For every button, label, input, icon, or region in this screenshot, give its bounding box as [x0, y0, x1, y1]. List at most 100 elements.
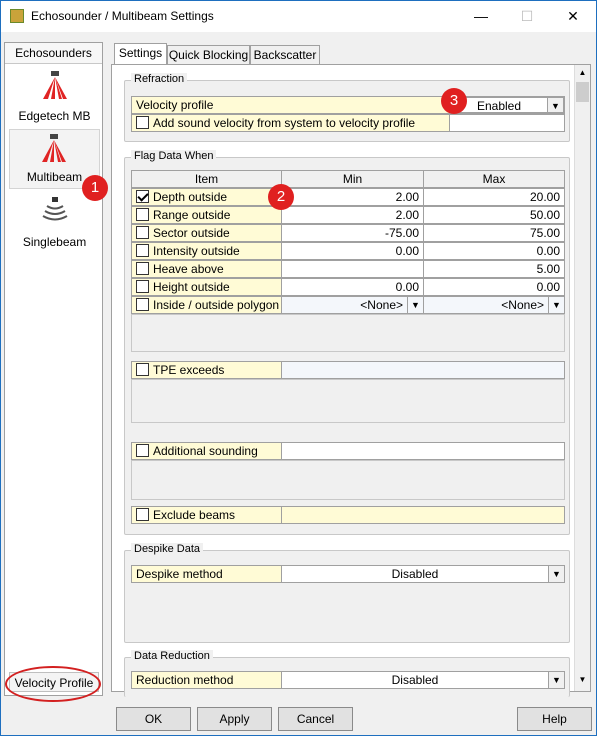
scroll-thumb[interactable] [576, 82, 589, 102]
callout-badge-1: 1 [82, 175, 108, 201]
min-text: 2.00 [395, 208, 419, 222]
additional-area [131, 460, 565, 500]
group-label: Data Reduction [131, 650, 213, 662]
settings-window: Echosounder / Multibeam Settings — ☐ ✕ E… [0, 0, 597, 736]
add-sound-label[interactable]: Add sound velocity from system to veloci… [132, 115, 450, 131]
chevron-down-icon: ▼ [548, 672, 564, 688]
flag-min-value[interactable]: 0.00 [282, 279, 424, 295]
close-button[interactable]: ✕ [550, 1, 596, 31]
maximize-button[interactable]: ☐ [504, 1, 550, 31]
reduction-select[interactable]: Disabled ▼ [282, 672, 564, 688]
tab-settings[interactable]: Settings [114, 43, 167, 66]
flag-item-text: Sector outside [153, 226, 230, 240]
chevron-down-icon: ▼ [548, 566, 564, 582]
flag-checkbox[interactable] [136, 190, 149, 203]
add-sound-row: Add sound velocity from system to veloci… [131, 114, 565, 132]
flag-item-label[interactable]: Sector outside [132, 225, 282, 241]
help-button[interactable]: Help [517, 707, 592, 731]
flag-checkbox[interactable] [136, 244, 149, 257]
scroll-up-icon[interactable]: ▲ [575, 65, 590, 81]
app-icon [10, 9, 24, 23]
flag-min-value[interactable] [282, 261, 424, 277]
max-text: 0.00 [536, 244, 560, 258]
flag-item-label[interactable]: Heave above [132, 261, 282, 277]
flag-item-text: Range outside [153, 208, 231, 222]
additional-label[interactable]: Additional sounding [132, 443, 282, 459]
additional-checkbox[interactable] [136, 444, 149, 457]
tpe-checkbox[interactable] [136, 363, 149, 376]
min-text: 0.00 [395, 244, 419, 258]
exclude-label[interactable]: Exclude beams [132, 507, 282, 523]
vertical-scrollbar[interactable]: ▲ ▼ [574, 65, 590, 691]
flag-item-label[interactable]: Inside / outside polygon [132, 297, 282, 313]
additional-row: Additional sounding [131, 442, 565, 460]
exclude-checkbox[interactable] [136, 508, 149, 521]
flag-min-value[interactable]: 0.00 [282, 243, 424, 259]
exclude-value[interactable] [282, 507, 564, 523]
column-header-item: Item [132, 171, 282, 187]
checkbox-label: Additional sounding [153, 444, 258, 458]
tpe-row: TPE exceeds [131, 361, 565, 379]
highlight-ellipse [5, 666, 101, 702]
tab-backscatter[interactable]: Backscatter [250, 45, 320, 65]
max-text: 50.00 [529, 208, 560, 222]
table-row: Range outside 2.00 50.00 [131, 206, 565, 224]
velocity-profile-select[interactable]: Enabled ▼ [450, 97, 564, 113]
despike-select[interactable]: Disabled ▼ [282, 566, 564, 582]
scroll-down-icon[interactable]: ▼ [575, 672, 590, 688]
flag-item-label[interactable]: Intensity outside [132, 243, 282, 259]
flag-item-label[interactable]: Range outside [132, 207, 282, 223]
tpe-value[interactable] [282, 362, 564, 378]
flag-item-text: Inside / outside polygon [153, 298, 280, 312]
table-row: Sector outside -75.00 75.00 [131, 224, 565, 242]
chevron-down-icon: ▼ [548, 297, 564, 313]
cancel-button[interactable]: Cancel [278, 707, 353, 731]
singlebeam-icon [42, 197, 68, 221]
flag-item-label[interactable]: Height outside [132, 279, 282, 295]
apply-button[interactable]: Apply [197, 707, 272, 731]
reduction-label: Reduction method [132, 672, 282, 688]
flag-max-value[interactable]: 75.00 [424, 225, 564, 241]
flag-max-value[interactable]: 20.00 [424, 189, 564, 205]
flag-max-value[interactable]: 0.00 [424, 279, 564, 295]
tpe-area [131, 379, 565, 423]
window-title: Echosounder / Multibeam Settings [31, 9, 214, 23]
flag-min-value[interactable]: 2.00 [282, 207, 424, 223]
table-header: Item Min Max [131, 170, 565, 188]
tpe-label[interactable]: TPE exceeds [132, 362, 282, 378]
despike-label: Despike method [132, 566, 282, 582]
add-sound-checkbox[interactable] [136, 116, 149, 129]
flag-min-value[interactable]: 2.00 [282, 189, 424, 205]
sidebar-header: Echosounders [5, 43, 102, 64]
chevron-down-icon: ▼ [547, 98, 563, 112]
flag-checkbox[interactable] [136, 262, 149, 275]
minimize-button[interactable]: — [458, 1, 504, 31]
flag-max-value[interactable]: 5.00 [424, 261, 564, 277]
flag-checkbox[interactable] [136, 280, 149, 293]
flag-item-text: Intensity outside [153, 244, 240, 258]
tab-quick-blocking[interactable]: Quick Blocking [167, 45, 250, 65]
callout-badge-3: 3 [441, 88, 467, 114]
ok-button[interactable]: OK [116, 707, 191, 731]
sidebar-item-edgetech[interactable]: Edgetech MB [9, 67, 100, 127]
flag-max-value[interactable]: 50.00 [424, 207, 564, 223]
max-text: 20.00 [529, 190, 560, 204]
velocity-profile-row: Velocity profile Enabled ▼ [131, 96, 565, 114]
flag-item-label[interactable]: Depth outside [132, 189, 282, 205]
select-value: Enabled [476, 99, 522, 113]
sidebar-item-label: Singlebeam [22, 235, 87, 249]
min-text: <None> [360, 298, 403, 312]
table-row: Depth outside 2.00 20.00 [131, 188, 565, 206]
max-text: 5.00 [536, 262, 560, 276]
flag-checkbox[interactable] [136, 226, 149, 239]
flag-data-group: Flag Data When Item Min Max Depth outsid… [124, 150, 570, 535]
flag-checkbox[interactable] [136, 208, 149, 221]
flag-checkbox[interactable] [136, 298, 149, 311]
flag-min-value[interactable]: <None> ▼ [282, 297, 424, 313]
flag-max-value[interactable]: <None> ▼ [424, 297, 564, 313]
flag-min-value[interactable]: -75.00 [282, 225, 424, 241]
column-header-min: Min [282, 171, 424, 187]
flag-max-value[interactable]: 0.00 [424, 243, 564, 259]
sidebar-item-singlebeam[interactable]: Singlebeam [9, 193, 100, 253]
group-label: Despike Data [131, 543, 204, 555]
